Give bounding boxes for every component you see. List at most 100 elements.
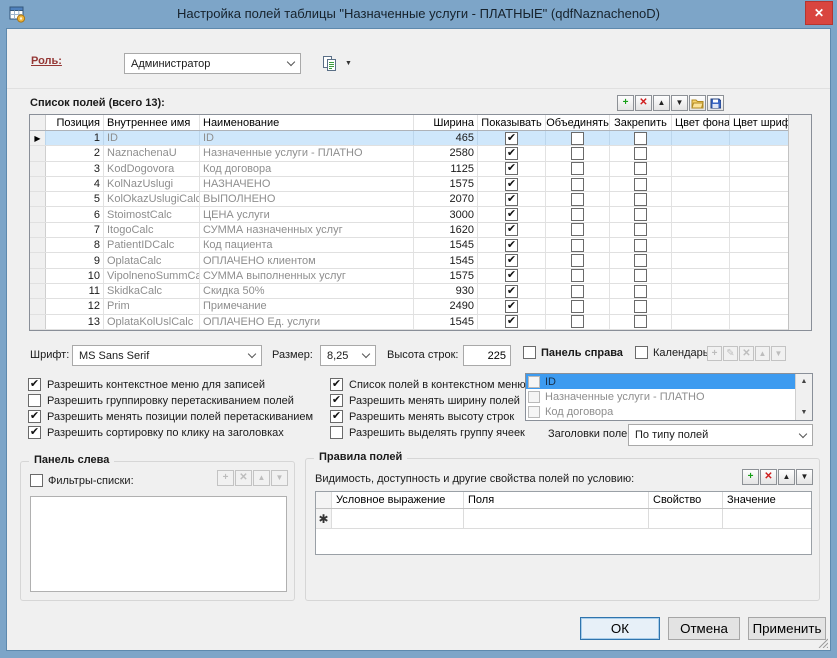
grid-header-3[interactable]: Наименование [200,115,414,130]
load-settings-button[interactable] [689,95,706,111]
item-checkbox[interactable] [528,406,540,418]
option-row[interactable]: ✔Разрешить менять высоту строк [330,410,526,423]
merge-checkbox[interactable] [571,178,584,191]
option-row[interactable]: Разрешить группировку перетаскиванием по… [28,394,313,407]
merge-checkbox[interactable] [571,285,584,298]
cell-bg-color[interactable] [672,253,730,267]
cell-bg-color[interactable] [672,207,730,221]
cell-width[interactable]: 2070 [414,192,478,206]
right-panel-option[interactable]: Панель справа [523,346,623,359]
cell-width[interactable]: 1575 [414,177,478,191]
merge-checkbox[interactable] [571,193,584,206]
list-item[interactable]: Код договора [526,405,795,420]
cell-internal-name[interactable]: OplataCalc [104,253,200,267]
calendar-option[interactable]: Календарь [635,346,709,359]
show-checkbox[interactable]: ✔ [505,315,518,328]
pin-checkbox[interactable] [634,285,647,298]
grid-header-9[interactable]: Цвет шрифта [730,115,788,130]
cell-internal-name[interactable]: StoimostCalc [104,207,200,221]
scroll-up-icon[interactable]: ▲ [796,374,812,389]
apply-button[interactable]: Применить [748,617,826,640]
cell-caption[interactable]: ID [200,131,414,145]
cell-internal-name[interactable]: PatientIDCalc [104,238,200,252]
cell-font-color[interactable] [730,192,788,206]
table-row[interactable]: 6StoimostCalcЦЕНА услуги3000✔ [30,207,788,222]
cell-position[interactable]: 2 [46,146,104,160]
cell-font-color[interactable] [730,177,788,191]
option-checkbox[interactable] [28,394,41,407]
pin-checkbox[interactable] [634,300,647,313]
delete-field-button[interactable]: ✕ [635,95,652,111]
merge-checkbox[interactable] [571,223,584,236]
cell-internal-name[interactable]: NaznachenaU [104,146,200,160]
option-row[interactable]: ✔Разрешить менять позиции полей перетаск… [28,410,313,423]
close-button[interactable]: ✕ [805,1,833,25]
grid-header-2[interactable]: Внутреннее имя [104,115,200,130]
grid-header-8[interactable]: Цвет фона [672,115,730,130]
cell-position[interactable]: 7 [46,223,104,237]
copy-settings-button[interactable]: ▼ [319,52,354,74]
cell-internal-name[interactable]: KodDogovora [104,162,200,176]
delete-item-button[interactable]: ✕ [739,346,754,361]
grid-header-4[interactable]: Ширина [414,115,478,130]
row-height-input[interactable] [463,345,511,366]
cell-bg-color[interactable] [672,177,730,191]
cell-width[interactable]: 2490 [414,299,478,313]
show-checkbox[interactable]: ✔ [505,147,518,160]
vertical-scrollbar[interactable] [788,115,811,330]
pin-checkbox[interactable] [634,239,647,252]
option-row[interactable]: ✔Список полей в контекстном меню [330,378,526,391]
pin-checkbox[interactable] [634,208,647,221]
option-checkbox[interactable] [330,426,343,439]
cell-caption[interactable]: Код договора [200,162,414,176]
move-down-button[interactable]: ▼ [771,346,786,361]
cell-font-color[interactable] [730,238,788,252]
option-row[interactable]: Разрешить выделять группу ячеек [330,426,526,439]
field-headers-combobox[interactable]: По типу полей [628,424,813,446]
grid-header-1[interactable]: Позиция [46,115,104,130]
table-row[interactable]: 4KolNazUslugiНАЗНАЧЕНО1575✔ [30,177,788,192]
merge-checkbox[interactable] [571,147,584,160]
cell-caption[interactable]: СУММА назначенных услуг [200,223,414,237]
cell-internal-name[interactable]: ItogoCalc [104,223,200,237]
scroll-down-icon[interactable]: ▼ [796,405,812,420]
cell-caption[interactable]: ОПЛАЧЕНО клиентом [200,253,414,267]
show-checkbox[interactable]: ✔ [505,132,518,145]
cell-width[interactable]: 2580 [414,146,478,160]
cell-font-color[interactable] [730,253,788,267]
pin-checkbox[interactable] [634,147,647,160]
option-checkbox[interactable]: ✔ [330,378,343,391]
move-up-button[interactable]: ▲ [653,95,670,111]
option-checkbox[interactable]: ✔ [330,394,343,407]
filters-option[interactable]: Фильтры-списки: [30,474,134,487]
option-checkbox[interactable]: ✔ [28,378,41,391]
cell-font-color[interactable] [730,315,788,329]
rules-header-2[interactable]: Поля [464,492,649,508]
grid-header-7[interactable]: Закрепить [610,115,672,130]
resize-grip[interactable] [817,637,828,648]
cell-position[interactable]: 12 [46,299,104,313]
pin-checkbox[interactable] [634,178,647,191]
show-checkbox[interactable]: ✔ [505,178,518,191]
right-panel-checkbox[interactable] [523,346,536,359]
option-checkbox[interactable]: ✔ [28,410,41,423]
cell-position[interactable]: 4 [46,177,104,191]
merge-checkbox[interactable] [571,269,584,282]
table-row[interactable]: 9OplataCalcОПЛАЧЕНО клиентом1545✔ [30,253,788,268]
cell-internal-name[interactable]: VipolnenoSummCal [104,269,200,283]
add-filter-button[interactable]: + [217,470,234,486]
table-row[interactable]: ▶1IDID465✔ [30,131,788,146]
ok-button[interactable]: ОК [580,617,660,640]
table-row[interactable]: 5KolOkazUslugiCalcВЫПОЛНЕНО2070✔ [30,192,788,207]
option-checkbox[interactable]: ✔ [330,410,343,423]
table-row[interactable]: 10VipolnenoSummCalСУММА выполненных услу… [30,269,788,284]
cell-position[interactable]: 13 [46,315,104,329]
move-up-button[interactable]: ▲ [778,469,795,485]
cell-position[interactable]: 3 [46,162,104,176]
cell-width[interactable]: 3000 [414,207,478,221]
cell-bg-color[interactable] [672,131,730,145]
cell-font-color[interactable] [730,299,788,313]
role-combobox[interactable]: Администратор [124,53,301,74]
grid-header-6[interactable]: Объединять [546,115,610,130]
rules-cell[interactable] [332,509,464,528]
